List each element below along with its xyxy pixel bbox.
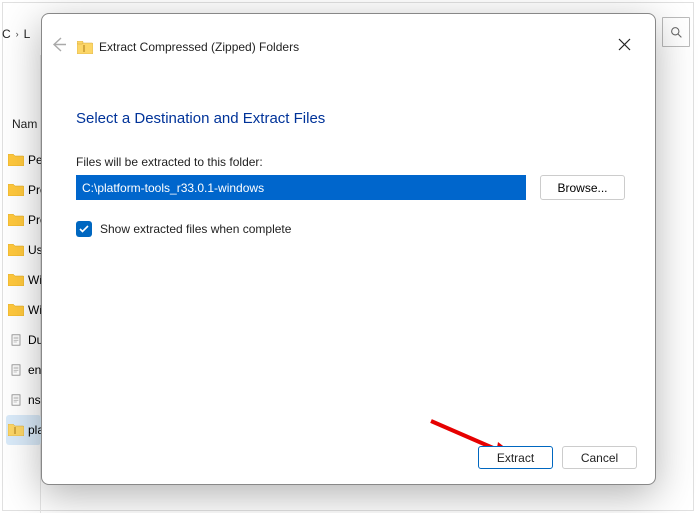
file-label: Wi: [28, 273, 41, 287]
file-label: Use: [28, 243, 41, 257]
arrow-left-icon: [50, 36, 67, 53]
file-label: nsi: [28, 393, 41, 407]
list-item[interactable]: nsi: [8, 385, 41, 415]
checkbox-checked-icon[interactable]: [76, 221, 92, 237]
document-icon: [8, 364, 24, 376]
folder-icon: [8, 184, 24, 196]
file-label: Pe: [28, 153, 41, 167]
dialog-header: Extract Compressed (Zipped) Folders: [50, 36, 299, 58]
file-list: Pe Pro Pro Use Wi Wi Du enc nsi pla: [8, 145, 41, 445]
file-label: pla: [28, 423, 41, 437]
checkmark-icon: [79, 225, 89, 233]
back-button[interactable]: [50, 36, 67, 58]
list-item[interactable]: enc: [8, 355, 41, 385]
file-label: Du: [28, 333, 41, 347]
dialog-subtext: Files will be extracted to this folder:: [76, 155, 263, 169]
list-item[interactable]: Pe: [8, 145, 41, 175]
close-icon: [618, 38, 631, 51]
file-label: Wi: [28, 303, 41, 317]
breadcrumb[interactable]: C › L: [2, 22, 30, 46]
dialog-footer: Extract Cancel: [478, 446, 637, 469]
cancel-button[interactable]: Cancel: [562, 446, 637, 469]
folder-icon: [8, 304, 24, 316]
close-button[interactable]: [618, 38, 631, 56]
destination-path-input[interactable]: [76, 175, 526, 200]
folder-icon: [8, 244, 24, 256]
folder-icon: [8, 214, 24, 226]
chevron-right-icon: ›: [16, 29, 19, 39]
file-label: enc: [28, 363, 41, 377]
browse-button[interactable]: Browse...: [540, 175, 625, 200]
dialog-heading: Select a Destination and Extract Files: [76, 110, 325, 127]
extract-button[interactable]: Extract: [478, 446, 553, 469]
sidebar: Nam Pe Pro Pro Use Wi Wi Du enc nsi pla: [0, 55, 41, 513]
list-item[interactable]: Use: [8, 235, 41, 265]
list-item[interactable]: Pro: [8, 205, 41, 235]
document-icon: [8, 394, 24, 406]
list-item[interactable]: Pro: [8, 175, 41, 205]
file-label: Pro: [28, 213, 41, 227]
show-files-checkbox-row[interactable]: Show extracted files when complete: [76, 221, 291, 237]
folder-icon: [8, 274, 24, 286]
file-label: Pro: [28, 183, 41, 197]
search-input[interactable]: [662, 17, 690, 47]
breadcrumb-item[interactable]: L: [24, 27, 31, 41]
search-icon: [670, 26, 683, 39]
checkbox-label: Show extracted files when complete: [100, 222, 291, 236]
zip-icon: [8, 424, 24, 436]
list-item[interactable]: Du: [8, 325, 41, 355]
list-item[interactable]: Wi: [8, 265, 41, 295]
zip-folder-icon: [77, 41, 93, 54]
breadcrumb-item[interactable]: C: [2, 27, 11, 41]
document-icon: [8, 334, 24, 346]
column-header-name[interactable]: Nam: [12, 117, 37, 131]
dialog-title: Extract Compressed (Zipped) Folders: [99, 40, 299, 54]
list-item[interactable]: pla: [6, 415, 41, 445]
extract-dialog: Extract Compressed (Zipped) Folders Sele…: [41, 13, 656, 485]
list-item[interactable]: Wi: [8, 295, 41, 325]
folder-icon: [8, 154, 24, 166]
